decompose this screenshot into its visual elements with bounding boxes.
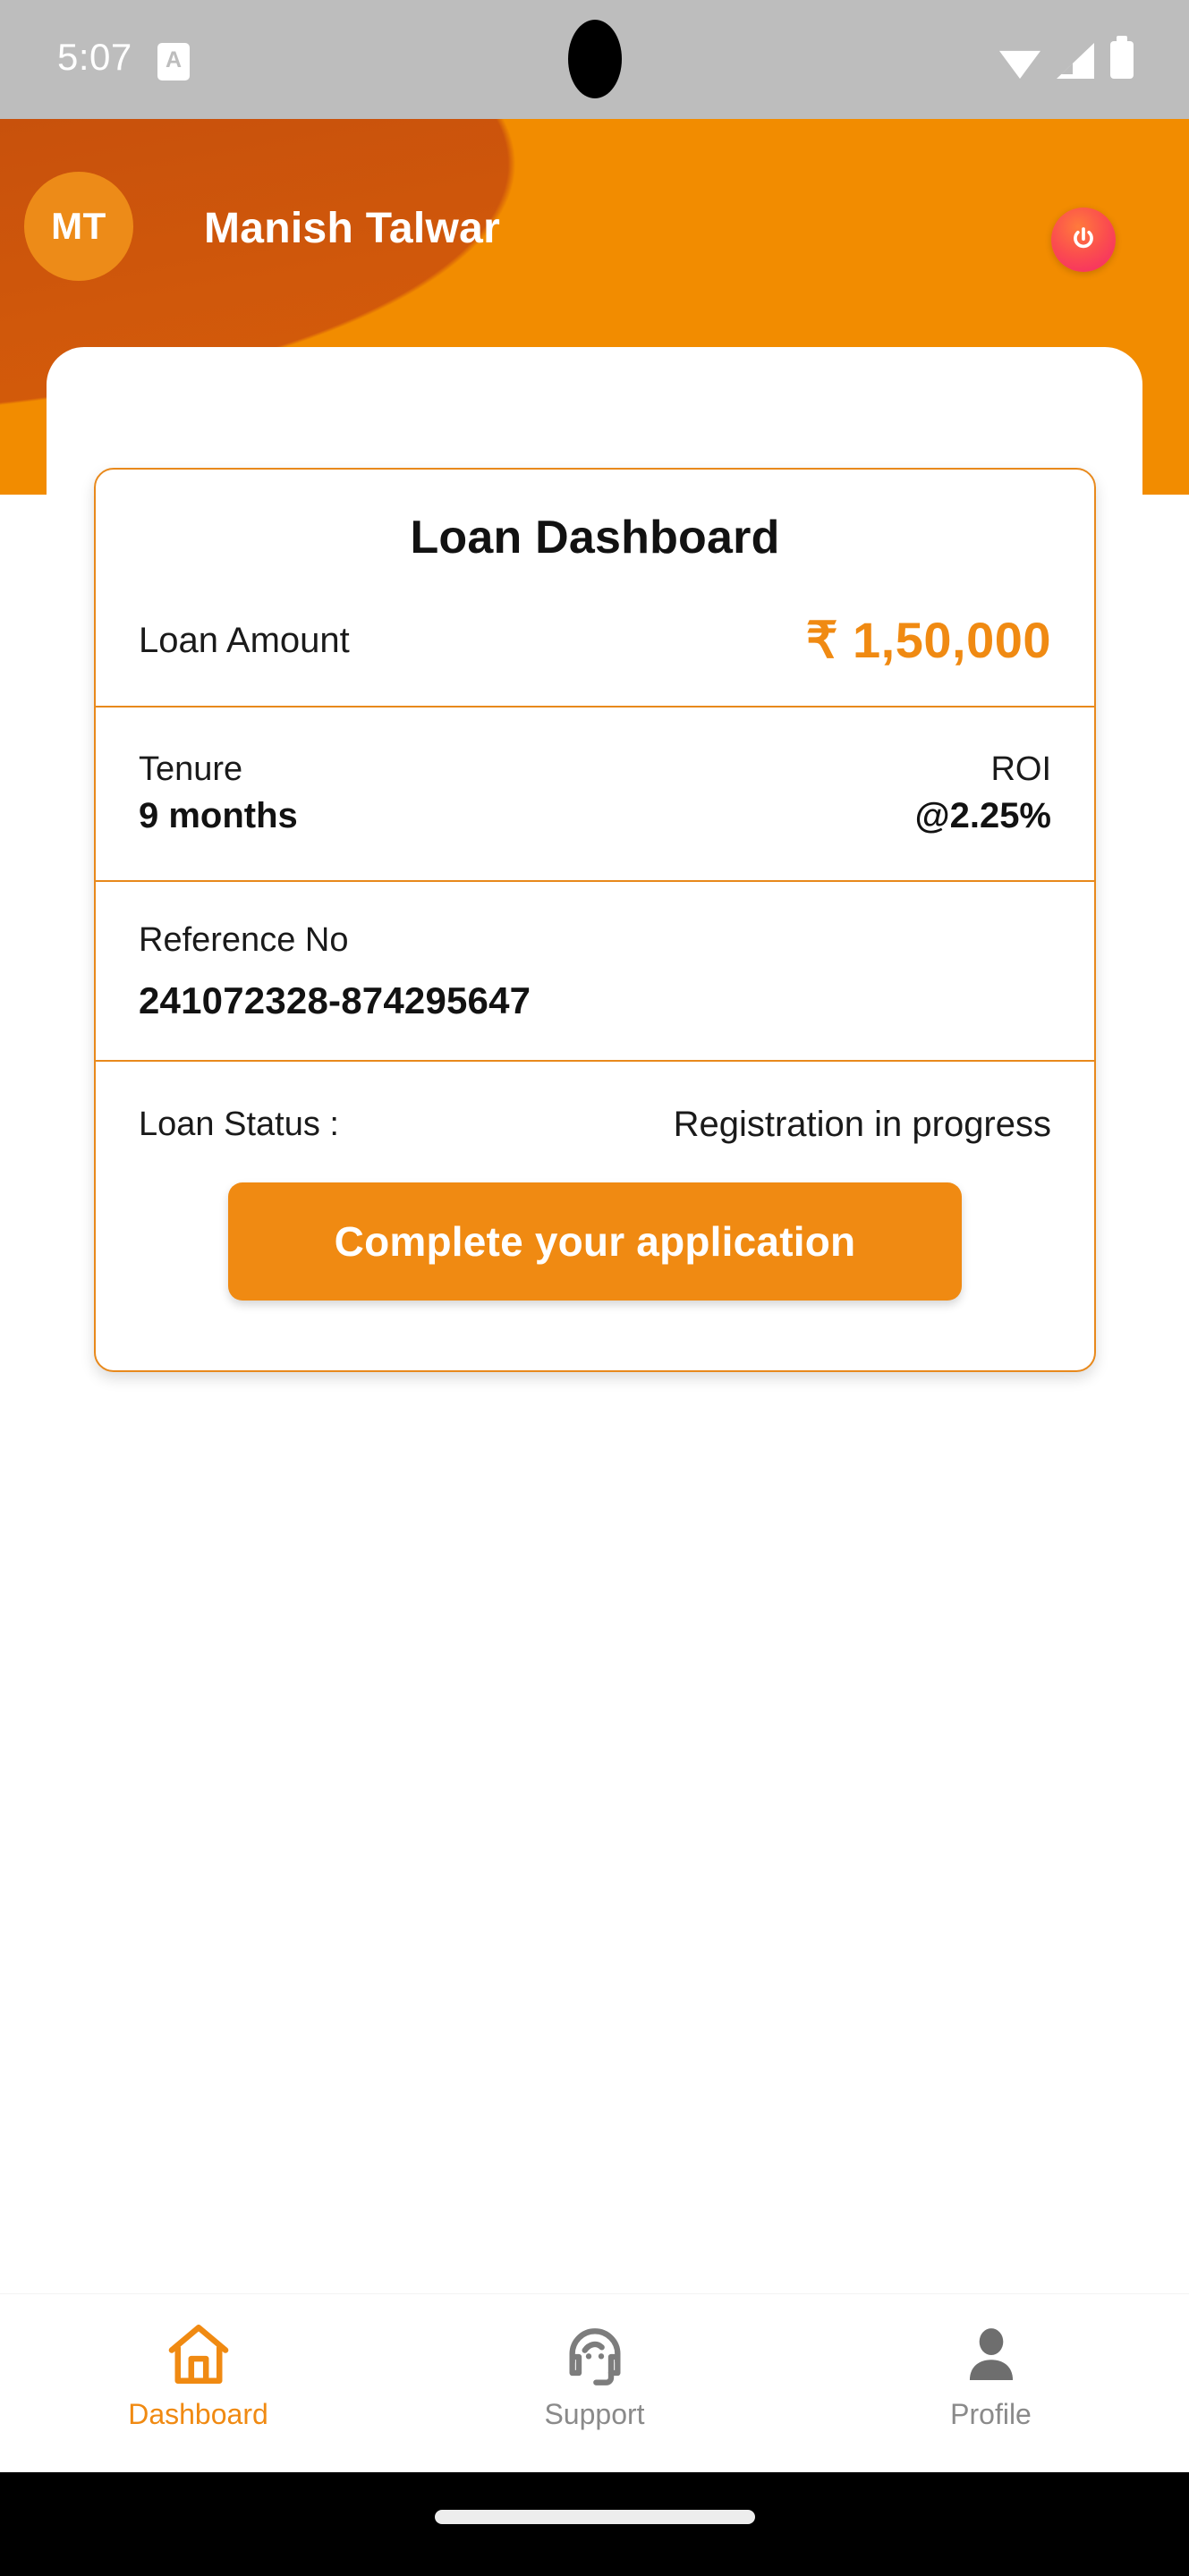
tenure-roi-row: Tenure 9 months ROI @2.25% bbox=[96, 708, 1094, 880]
system-gesture-bar bbox=[0, 2472, 1189, 2576]
status-bar: 5:07 A bbox=[0, 0, 1189, 119]
loan-amount-label: Loan Amount bbox=[139, 620, 350, 660]
gesture-pill[interactable] bbox=[434, 2510, 755, 2524]
nav-item-support[interactable]: Support bbox=[396, 2294, 793, 2431]
loan-amount-row: Loan Amount ₹ 1,50,000 bbox=[96, 564, 1094, 706]
headset-icon bbox=[559, 2316, 631, 2394]
card-title: Loan Dashboard bbox=[410, 512, 780, 564]
nav-label-dashboard: Dashboard bbox=[128, 2398, 268, 2430]
loan-amount-value: ₹ 1,50,000 bbox=[805, 612, 1051, 668]
tenure-block: Tenure 9 months bbox=[139, 747, 298, 841]
nav-label-profile: Profile bbox=[950, 2398, 1032, 2430]
app-screen: 5:07 A MT Manish Talwar Loan Dashboard L… bbox=[0, 0, 1189, 2576]
nav-item-dashboard[interactable]: Dashboard bbox=[0, 2294, 396, 2431]
roi-label: ROI bbox=[990, 750, 1051, 788]
app-badge-icon: A bbox=[157, 43, 190, 80]
loan-status-label: Loan Status : bbox=[139, 1105, 339, 1143]
tenure-label: Tenure bbox=[139, 750, 243, 788]
bottom-navigation: Dashboard Support Profile bbox=[0, 2293, 1189, 2472]
person-icon bbox=[956, 2316, 1026, 2394]
nav-item-profile[interactable]: Profile bbox=[793, 2294, 1189, 2431]
reference-label: Reference No bbox=[139, 920, 349, 959]
complete-application-button[interactable]: Complete your application bbox=[228, 1182, 962, 1301]
roi-block: ROI @2.25% bbox=[915, 747, 1051, 841]
cellular-signal-icon bbox=[1057, 43, 1094, 79]
status-bar-icons bbox=[999, 41, 1134, 79]
loan-status-value: Registration in progress bbox=[673, 1104, 1051, 1144]
home-icon bbox=[162, 2316, 235, 2394]
logout-button[interactable] bbox=[1051, 208, 1116, 272]
reference-row: Reference No 241072328-874295647 bbox=[96, 882, 1094, 1060]
status-bar-time: 5:07 bbox=[57, 36, 132, 78]
front-camera-cutout bbox=[567, 20, 622, 98]
avatar[interactable]: MT bbox=[24, 172, 133, 281]
loan-dashboard-card: Loan Dashboard Loan Amount ₹ 1,50,000 Te… bbox=[94, 468, 1096, 1372]
user-name: Manish Talwar bbox=[204, 205, 501, 252]
wifi-icon bbox=[999, 50, 1040, 79]
loan-status-row: Loan Status : Registration in progress bbox=[96, 1062, 1094, 1145]
power-icon bbox=[1074, 227, 1093, 249]
nav-label-support: Support bbox=[544, 2398, 645, 2430]
reference-value: 241072328-874295647 bbox=[139, 979, 531, 1021]
battery-icon bbox=[1110, 41, 1134, 79]
tenure-value: 9 months bbox=[139, 795, 298, 835]
roi-value: @2.25% bbox=[914, 795, 1051, 835]
cta-container: Complete your application bbox=[96, 1145, 1094, 1370]
